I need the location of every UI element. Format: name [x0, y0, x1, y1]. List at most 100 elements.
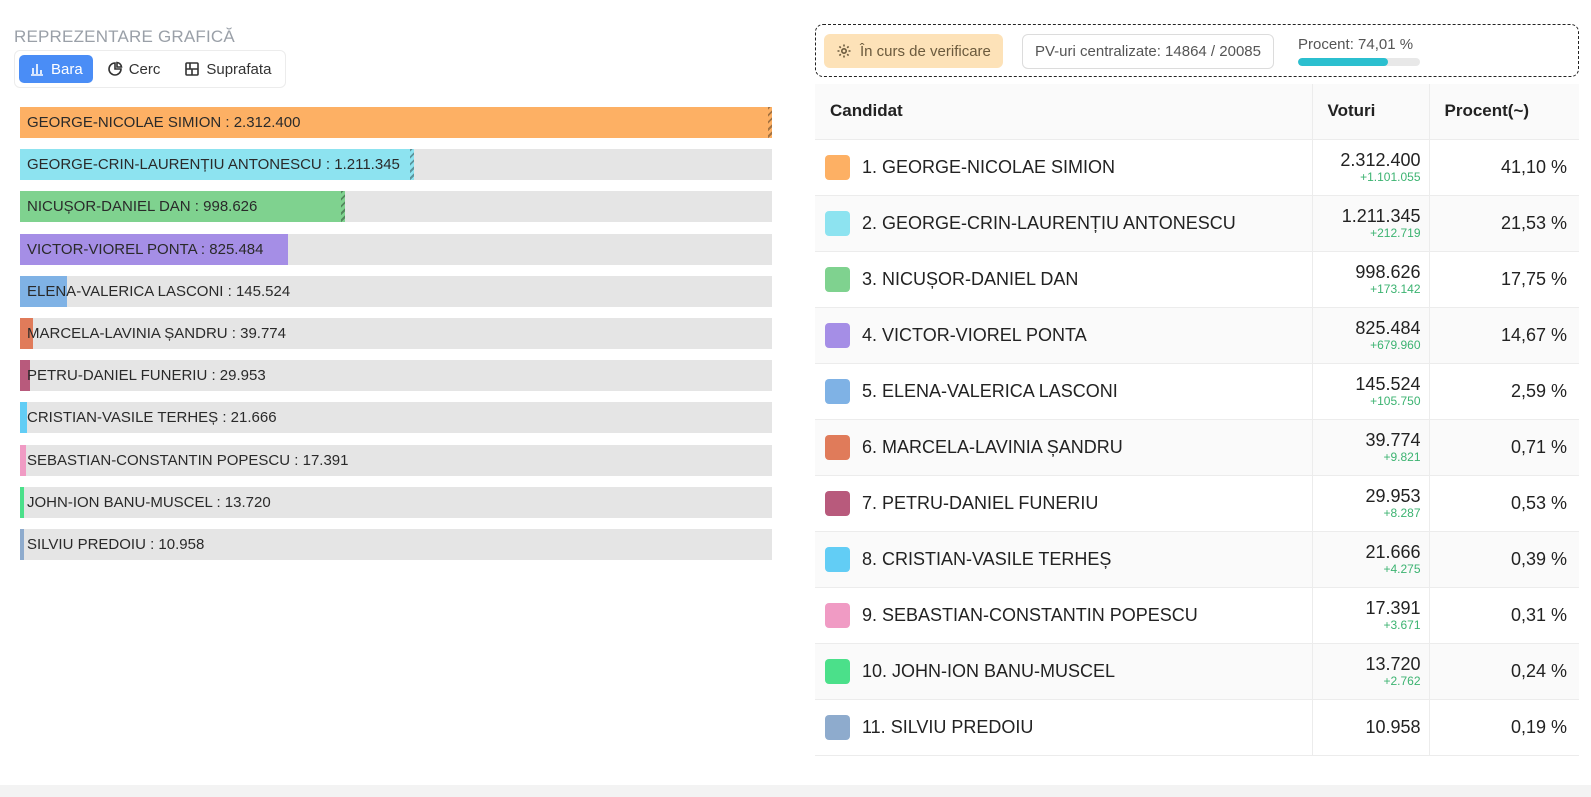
bar-row[interactable]: MARCELA-LAVINIA ȘANDRU : 39.774 — [20, 317, 772, 349]
bar-label: GEORGE-CRIN-LAURENȚIU ANTONESCU : 1.211.… — [27, 156, 400, 174]
table-row[interactable]: 7. PETRU-DANIEL FUNERIU 29.953 +8.287 0,53 … — [815, 475, 1579, 532]
votes-delta: +2.762 — [1383, 674, 1421, 688]
candidate-cell: 1. GEORGE-NICOLAE SIMION — [815, 139, 1312, 196]
candidate-name: 2. GEORGE-CRIN-LAURENȚIU ANTONESCU — [862, 212, 1236, 233]
tab-area-chart[interactable]: Suprafata — [174, 55, 281, 83]
color-swatch — [825, 322, 850, 348]
votes-value: 10.958 — [1365, 717, 1421, 737]
tab-bar-chart[interactable]: Bara — [19, 55, 93, 83]
votes-delta: +679.960 — [1370, 338, 1421, 352]
table-row[interactable]: 4. VICTOR-VIOREL PONTA 825.484 +679.960 14,… — [815, 307, 1579, 364]
candidate-name: 4. VICTOR-VIOREL PONTA — [862, 324, 1087, 345]
table-row[interactable]: 3. NICUȘOR-DANIEL DAN 998.626 +173.142 17,7… — [815, 251, 1579, 308]
table-header-row: Candidat Voturi Procent(~) — [815, 84, 1579, 140]
votes-value: 29.953 — [1365, 486, 1421, 506]
header-candidate: Candidat — [815, 84, 1312, 140]
chart-panel: REPREZENTARE GRAFICĂ Bara Cerc Suprafata… — [14, 26, 772, 560]
bar-row[interactable]: CRISTIAN-VASILE TERHEȘ : 21.666 — [20, 402, 772, 434]
votes-cell: 10.958 — [1311, 699, 1429, 756]
area-chart-icon — [185, 62, 200, 76]
candidate-cell: 4. VICTOR-VIOREL PONTA — [815, 307, 1312, 364]
bar-label: SEBASTIAN-CONSTANTIN POPESCU : 17.391 — [27, 451, 349, 469]
color-swatch — [825, 658, 850, 684]
candidate-name: 11. SILVIU PREDOIU — [862, 716, 1034, 737]
table-row[interactable]: 9. SEBASTIAN-CONSTANTIN POPESCU 17.391 +3.… — [815, 587, 1579, 644]
bar-row[interactable]: SEBASTIAN-CONSTANTIN POPESCU : 17.391 — [20, 444, 772, 476]
candidate-name: 8. CRISTIAN-VASILE TERHEȘ — [862, 548, 1112, 569]
table-row[interactable]: 2. GEORGE-CRIN-LAURENȚIU ANTONESCU 1.211.… — [815, 195, 1579, 252]
bar-row[interactable]: GEORGE-NICOLAE SIMION : 2.312.400 — [20, 107, 772, 138]
bar-label: SILVIU PREDOIU : 10.958 — [27, 535, 205, 553]
votes-delta: +105.750 — [1370, 394, 1421, 408]
color-swatch — [825, 266, 850, 292]
percent-label: Procent: 74,01 % — [1298, 36, 1414, 53]
table-row[interactable]: 1. GEORGE-NICOLAE SIMION 2.312.400 +1.101.… — [815, 139, 1579, 196]
progress-fill — [1298, 58, 1389, 66]
votes-cell: 21.666 +4.275 — [1311, 531, 1429, 588]
votes-cell: 998.626 +173.142 — [1311, 251, 1429, 308]
votes-cell: 13.720 +2.762 — [1311, 643, 1429, 700]
bar-row[interactable]: NICUȘOR-DANIEL DAN : 998.626 — [20, 191, 772, 223]
votes-value: 21.666 — [1365, 542, 1421, 562]
candidate-cell: 6. MARCELA-LAVINIA ȘANDRU — [815, 419, 1312, 476]
color-swatch — [825, 154, 850, 180]
color-swatch — [825, 546, 850, 572]
header-percent: Procent(~) — [1428, 84, 1579, 140]
votes-cell: 1.211.345 +212.719 — [1311, 195, 1429, 252]
candidate-name: 1. GEORGE-NICOLAE SIMION — [862, 156, 1116, 177]
votes-delta: +9.821 — [1383, 450, 1421, 464]
table-row[interactable]: 8. CRISTIAN-VASILE TERHEȘ 21.666 +4.275 0,3… — [815, 531, 1579, 588]
bar — [20, 402, 27, 434]
candidate-cell: 8. CRISTIAN-VASILE TERHEȘ — [815, 531, 1312, 588]
tab-label: Cerc — [128, 60, 161, 78]
color-swatch — [825, 378, 850, 404]
votes-value: 825.484 — [1355, 318, 1421, 338]
votes-delta: +212.719 — [1370, 226, 1421, 240]
bar-label: CRISTIAN-VASILE TERHEȘ : 21.666 — [27, 409, 277, 427]
bar-row[interactable]: JOHN-ION BANU-MUSCEL : 13.720 — [20, 486, 772, 518]
tab-pie-chart[interactable]: Cerc — [97, 55, 171, 83]
candidate-name: 7. PETRU-DANIEL FUNERIU — [862, 492, 1099, 513]
candidate-cell: 7. PETRU-DANIEL FUNERIU — [815, 475, 1312, 532]
tab-label: Bara — [51, 60, 83, 78]
candidate-name: 6. MARCELA-LAVINIA ȘANDRU — [862, 436, 1123, 457]
votes-cell: 2.312.400 +1.101.055 — [1311, 139, 1429, 196]
chart-mode-switcher: Bara Cerc Suprafata — [14, 50, 287, 88]
votes-value: 998.626 — [1355, 262, 1421, 282]
color-swatch — [825, 490, 850, 516]
bar-row[interactable]: PETRU-DANIEL FUNERIU : 29.953 — [20, 360, 772, 392]
table-row[interactable]: 5. ELENA-VALERICA LASCONI 145.524 +105.750… — [815, 363, 1579, 420]
candidate-cell: 10. JOHN-ION BANU-MUSCEL — [815, 643, 1312, 700]
bar-row[interactable]: VICTOR-VIOREL PONTA : 825.484 — [20, 233, 772, 265]
votes-value: 1.211.345 — [1341, 206, 1421, 226]
candidate-cell: 11. SILVIU PREDOIU — [815, 699, 1312, 756]
bar-chart: GEORGE-NICOLAE SIMION : 2.312.400 GEORGE-… — [20, 107, 772, 571]
votes-value: 39.774 — [1365, 430, 1421, 450]
bar-row[interactable]: SILVIU PREDOIU : 10.958 — [20, 528, 772, 560]
color-swatch — [825, 602, 850, 628]
color-swatch — [825, 714, 850, 740]
candidate-name: 5. ELENA-VALERICA LASCONI — [862, 380, 1118, 401]
progress-track — [1298, 58, 1420, 66]
bar-row[interactable]: GEORGE-CRIN-LAURENȚIU ANTONESCU : 1.211.… — [20, 149, 772, 181]
footer-strip — [0, 785, 1591, 797]
table-row[interactable]: 11. SILVIU PREDOIU 10.958 0,19 % — [815, 699, 1579, 756]
votes-value: 13.720 — [1365, 654, 1421, 674]
candidate-cell: 2. GEORGE-CRIN-LAURENȚIU ANTONESCU — [815, 195, 1312, 252]
bar-row[interactable]: ELENA-VALERICA LASCONI : 145.524 — [20, 275, 772, 307]
bar-label: MARCELA-LAVINIA ȘANDRU : 39.774 — [27, 324, 286, 342]
votes-value: 2.312.400 — [1340, 150, 1421, 170]
gear-icon — [837, 44, 851, 58]
bar — [20, 444, 26, 476]
table-row[interactable]: 6. MARCELA-LAVINIA ȘANDRU 39.774 +9.821 0,7… — [815, 419, 1579, 476]
votes-cell: 825.484 +679.960 — [1311, 307, 1429, 364]
bar-increment-hatch — [768, 107, 772, 138]
bar-label: PETRU-DANIEL FUNERIU : 29.953 — [27, 367, 266, 385]
table-row[interactable]: 10. JOHN-ION BANU-MUSCEL 13.720 +2.762 0,24… — [815, 643, 1579, 700]
tab-label: Suprafata — [206, 60, 272, 78]
pie-chart-icon — [107, 61, 123, 76]
bar-label: GEORGE-NICOLAE SIMION : 2.312.400 — [27, 114, 301, 131]
percent-cell: 2,59 % — [1428, 363, 1579, 420]
candidate-name: 9. SEBASTIAN-CONSTANTIN POPESCU — [862, 604, 1198, 625]
percent-cell: 0,24 % — [1428, 643, 1579, 700]
